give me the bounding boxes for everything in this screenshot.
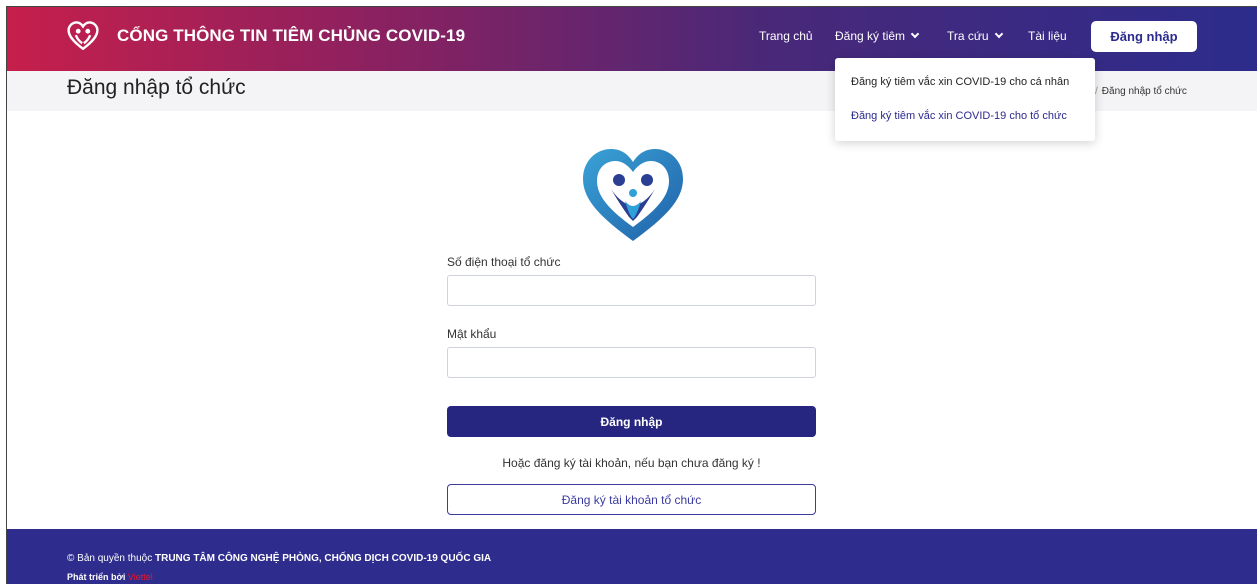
password-input[interactable] xyxy=(447,347,816,378)
register-account-button[interactable]: Đăng ký tài khoản tổ chức xyxy=(447,484,816,515)
nav-docs[interactable]: Tài liệu xyxy=(1028,29,1067,43)
register-hint: Hoặc đăng ký tài khoản, nếu bạn chưa đăn… xyxy=(502,456,761,470)
footer: © Bản quyền thuộc TRUNG TÂM CÔNG NGHỆ PH… xyxy=(7,529,1257,584)
page-title: Đăng nhập tổ chức xyxy=(67,76,246,99)
dropdown-item-organization[interactable]: Đăng ký tiêm vắc xin COVID-19 cho tổ chứ… xyxy=(851,110,1067,122)
chevron-down-icon xyxy=(994,29,1003,39)
breadcrumb-current: Đăng nhập tổ chức xyxy=(1101,86,1187,97)
register-dropdown-menu: Đăng ký tiêm vắc xin COVID-19 cho cá nhâ… xyxy=(835,58,1095,141)
brand[interactable]: CỔNG THÔNG TIN TIÊM CHỦNG COVID-19 xyxy=(67,21,465,51)
nav-home[interactable]: Trang chủ xyxy=(759,29,813,43)
nav-register-label: Đăng ký tiêm xyxy=(835,29,906,43)
developer-prefix: Phát triển bởi xyxy=(67,572,128,582)
copyright-prefix: © Bản quyền thuộc xyxy=(67,553,155,564)
nav-lookup-label: Tra cứu xyxy=(947,29,989,43)
breadcrumb: / Đăng nhập tổ chức xyxy=(1095,86,1187,97)
nav-lookup-dropdown[interactable]: Tra cứu xyxy=(947,29,1003,43)
nav-register-dropdown[interactable]: Đăng ký tiêm xyxy=(835,29,920,43)
heart-family-logo-icon xyxy=(583,149,683,241)
developer-credit: Phát triển bởi Viettel xyxy=(67,572,153,582)
header-login-button[interactable]: Đăng nhập xyxy=(1091,21,1197,52)
site-title: CỔNG THÔNG TIN TIÊM CHỦNG COVID-19 xyxy=(117,26,466,45)
phone-label: Số điện thoại tổ chức xyxy=(447,255,561,269)
breadcrumb-separator-icon: / xyxy=(1095,86,1098,97)
chevron-down-icon xyxy=(910,29,920,39)
login-submit-button[interactable]: Đăng nhập xyxy=(447,406,816,437)
page-frame: CỔNG THÔNG TIN TIÊM CHỦNG COVID-19 Trang… xyxy=(6,6,1257,584)
developer-link[interactable]: Viettel xyxy=(128,572,153,582)
copyright-org: TRUNG TÂM CÔNG NGHỆ PHÒNG, CHỐNG DỊCH CO… xyxy=(154,553,492,564)
password-label: Mật khẩu xyxy=(447,327,497,341)
copyright-text: © Bản quyền thuộc TRUNG TÂM CÔNG NGHỆ PH… xyxy=(67,553,491,564)
dropdown-item-individual[interactable]: Đăng ký tiêm vắc xin COVID-19 cho cá nhâ… xyxy=(851,76,1069,88)
phone-input[interactable] xyxy=(447,275,816,306)
heart-family-logo-icon xyxy=(67,21,99,51)
